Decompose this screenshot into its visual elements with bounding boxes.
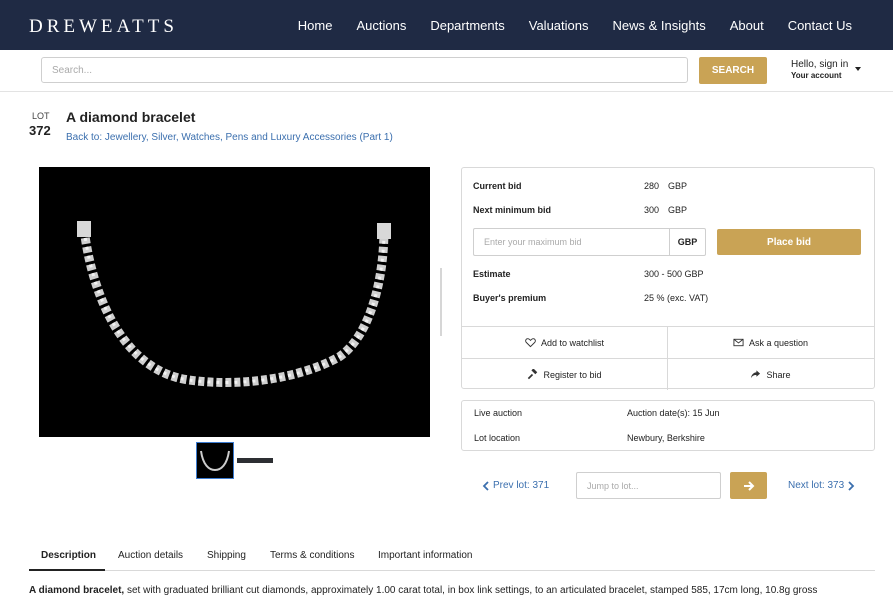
lot-location-label: Lot location [474,433,521,443]
prev-lot-link[interactable]: Prev lot: 371 [482,480,549,491]
account-sub: Your account [791,71,842,80]
chevron-right-icon [848,480,855,491]
nav-about[interactable]: About [730,18,764,33]
nav-home[interactable]: Home [298,18,333,33]
tab-auction-details[interactable]: Auction details [118,550,183,561]
auction-type: Live auction [474,408,523,418]
nav-departments[interactable]: Departments [430,18,504,33]
account-greeting: Hello, sign in [791,59,849,70]
register-label: Register to bid [543,369,602,380]
chevron-down-icon[interactable] [855,67,861,71]
current-bid-currency: GBP [668,181,688,191]
current-bid-value: 280 [644,181,660,191]
prev-lot-label: Prev lot: 371 [493,480,550,491]
current-bid-label: Current bid [473,181,522,191]
image-scrollbar[interactable] [440,268,442,336]
add-to-watchlist-button[interactable]: Add to watchlist [462,327,667,358]
search-input[interactable] [41,57,688,83]
share-button[interactable]: Share [668,359,873,390]
ask-label: Ask a question [748,337,809,348]
register-to-bid-button[interactable]: Register to bid [462,359,667,390]
nav-valuations[interactable]: Valuations [529,18,589,33]
lot-tabs: Description Auction details Shipping Ter… [29,545,875,571]
back-link[interactable]: Back to: Jewellery, Silver, Watches, Pen… [66,132,393,143]
premium-label: Buyer's premium [473,293,547,303]
lot-label: LOT [32,111,50,121]
brand-logo[interactable]: DREWEATTS [29,16,178,38]
tab-description[interactable]: Description [41,550,96,561]
page-title: A diamond bracelet [66,109,196,125]
tab-important-information[interactable]: Important information [378,550,473,561]
description-lead: A diamond bracelet, [29,585,125,596]
tab-terms-conditions[interactable]: Terms & conditions [270,550,354,561]
lot-actions: Add to watchlist Ask a question Register… [462,326,874,390]
lot-main-image[interactable] [39,167,430,437]
top-navigation-bar: DREWEATTS Home Auctions Departments Valu… [0,0,893,50]
watchlist-label: Add to watchlist [540,337,605,348]
place-bid-button[interactable]: Place bid [717,229,861,255]
main-nav: Home Auctions Departments Valuations New… [298,0,852,50]
share-icon [751,370,761,379]
search-row: SEARCH Hello, sign in Your account [0,50,893,92]
tab-shipping[interactable]: Shipping [207,550,246,561]
estimate-value: 300 - 500 GBP [644,269,704,279]
lot-location-value: Newbury, Berkshire [627,433,705,443]
nav-auctions[interactable]: Auctions [356,18,406,33]
auction-dates: Auction date(s): 15 Jun [627,408,720,418]
heart-icon [525,338,536,348]
next-lot-link[interactable]: Next lot: 373 [788,480,855,491]
gavel-icon [528,369,538,380]
next-bid-value: 300 [644,205,660,215]
premium-value: 25 % (exc. VAT) [644,293,709,303]
share-label: Share [766,369,791,380]
search-button[interactable]: SEARCH [699,57,767,84]
envelope-icon [733,338,744,347]
thumbnail-2[interactable] [237,458,273,463]
bid-panel: Current bid 280 GBP Next minimum bid 300… [461,167,875,390]
next-lot-label: Next lot: 373 [788,480,845,491]
nav-news-insights[interactable]: News & Insights [613,18,706,33]
lot-number: 372 [29,123,51,138]
chevron-left-icon [482,480,489,491]
jump-to-lot-input[interactable] [576,472,721,499]
ask-question-button[interactable]: Ask a question [668,327,873,358]
max-bid-input[interactable] [473,228,669,256]
description-text: set with graduated brilliant cut diamond… [124,585,818,596]
next-bid-label: Next minimum bid [473,205,552,215]
arrow-right-icon [743,480,754,491]
lot-description: A diamond bracelet, set with graduated b… [29,585,879,596]
bid-currency: GBP [669,228,706,256]
estimate-label: Estimate [473,269,511,279]
nav-contact-us[interactable]: Contact Us [788,18,852,33]
account-menu[interactable]: Hello, sign in Your account [791,59,848,81]
bracelet-image [77,221,391,387]
jump-to-lot-button[interactable] [730,472,767,499]
active-tab-indicator [29,569,105,571]
bracelet-thumb-icon [200,450,230,472]
thumbnail-1[interactable] [196,442,234,479]
auction-info-panel: Live auction Auction date(s): 15 Jun Lot… [461,400,875,451]
next-bid-currency: GBP [668,205,688,215]
